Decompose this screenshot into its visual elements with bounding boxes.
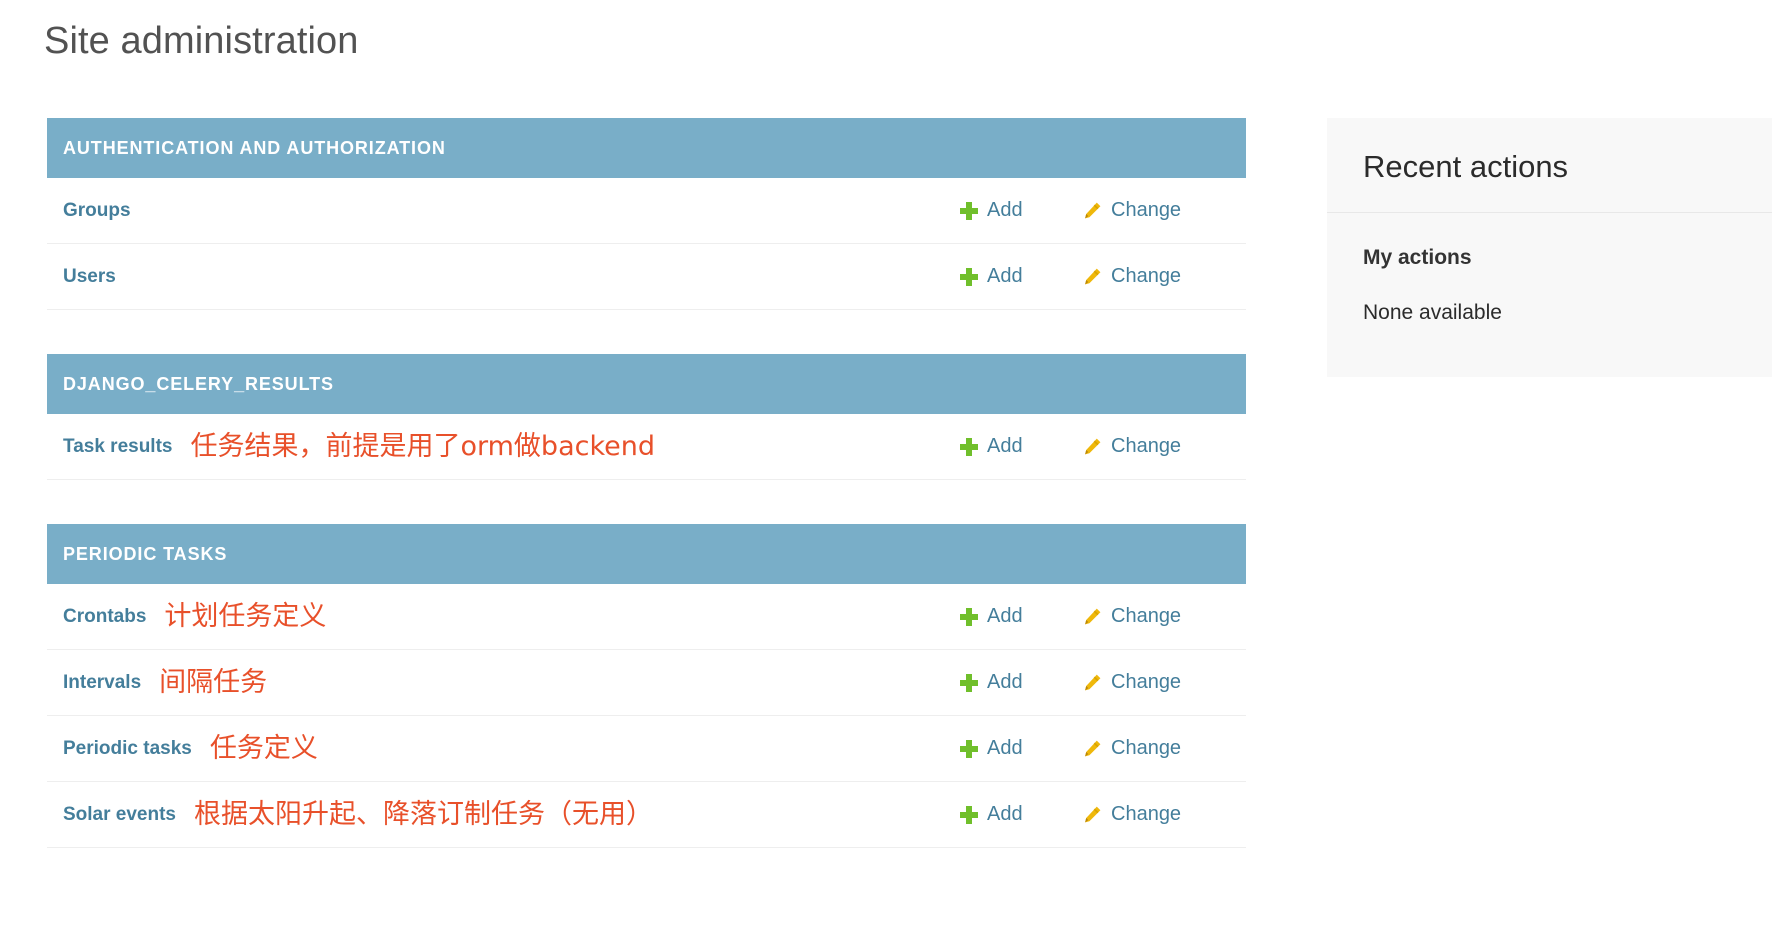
change-link[interactable]: Change: [1082, 435, 1232, 458]
recent-actions-sidebar: Recent actions My actions None available: [1327, 118, 1772, 378]
add-label: Add: [987, 803, 1023, 825]
app-module-list: AUTHENTICATION AND AUTHORIZATION Groups Ad…: [47, 118, 1247, 892]
change-link[interactable]: Change: [1082, 803, 1232, 826]
sidebar-body: My actions None available: [1327, 213, 1772, 367]
model-annotation: 任务结果，前提是用了orm做backend: [190, 431, 655, 462]
app-module: DJANGO_CELERY_RESULTS Task results 任务结果，前提…: [47, 354, 1246, 480]
change-link[interactable]: Change: [1082, 199, 1232, 222]
add-link[interactable]: Add: [960, 671, 1082, 694]
model-link[interactable]: Solar events: [63, 804, 176, 826]
app-module-caption[interactable]: DJANGO_CELERY_RESULTS: [47, 354, 1246, 414]
pencil-icon: [1085, 806, 1101, 822]
model-row: Groups Add Change: [47, 178, 1246, 244]
plus-icon: [960, 607, 978, 626]
model-link[interactable]: Intervals: [63, 672, 141, 694]
plus-icon: [960, 805, 978, 824]
add-link[interactable]: Add: [960, 435, 1082, 458]
pencil-icon: [1085, 740, 1101, 756]
app-module-caption[interactable]: PERIODIC TASKS: [47, 524, 1246, 584]
change-label: Change: [1111, 803, 1182, 825]
change-link[interactable]: Change: [1082, 265, 1232, 288]
add-link[interactable]: Add: [960, 265, 1082, 288]
page-title: Site administration: [44, 20, 359, 62]
plus-icon: [960, 437, 978, 456]
change-label: Change: [1111, 435, 1182, 457]
pencil-icon: [1085, 268, 1101, 284]
add-label: Add: [987, 265, 1023, 287]
pencil-icon: [1085, 438, 1101, 454]
plus-icon: [960, 267, 978, 286]
sidebar-subtitle: My actions: [1363, 246, 1472, 270]
add-link[interactable]: Add: [960, 199, 1082, 222]
add-label: Add: [987, 605, 1023, 627]
model-link[interactable]: Periodic tasks: [63, 738, 192, 760]
change-link[interactable]: Change: [1082, 737, 1232, 760]
pencil-icon: [1085, 608, 1101, 624]
add-link[interactable]: Add: [960, 803, 1082, 826]
change-link[interactable]: Change: [1082, 671, 1232, 694]
add-label: Add: [987, 671, 1023, 693]
model-row: Users Add Change: [47, 244, 1246, 310]
add-label: Add: [987, 737, 1023, 759]
change-label: Change: [1111, 671, 1182, 693]
add-link[interactable]: Add: [960, 737, 1082, 760]
app-module: AUTHENTICATION AND AUTHORIZATION Groups Ad…: [47, 118, 1246, 310]
change-label: Change: [1111, 265, 1182, 287]
plus-icon: [960, 739, 978, 758]
model-annotation: 间隔任务: [159, 667, 268, 698]
model-row: Intervals 间隔任务 Add Change: [47, 650, 1246, 716]
model-row: Crontabs 计划任务定义 Add Change: [47, 584, 1246, 650]
plus-icon: [960, 673, 978, 692]
model-link[interactable]: Users: [63, 266, 116, 288]
model-annotation: 任务定义: [209, 733, 318, 764]
change-label: Change: [1111, 199, 1182, 221]
pencil-icon: [1085, 202, 1101, 218]
model-row: Periodic tasks 任务定义 Add Change: [47, 716, 1246, 782]
model-annotation: 根据太阳升起、降落订制任务（无用）: [194, 799, 653, 830]
model-link[interactable]: Groups: [63, 200, 131, 222]
model-annotation: 计划任务定义: [164, 601, 327, 632]
model-row: Solar events 根据太阳升起、降落订制任务（无用） Add Change: [47, 782, 1246, 848]
add-label: Add: [987, 199, 1023, 221]
model-link[interactable]: Task results: [63, 436, 172, 458]
admin-index-page: Site administration AUTHENTICATION AND A…: [0, 0, 1772, 942]
app-module: PERIODIC TASKS Crontabs 计划任务定义 Add Change Int…: [47, 524, 1246, 848]
add-label: Add: [987, 435, 1023, 457]
app-module-caption[interactable]: AUTHENTICATION AND AUTHORIZATION: [47, 118, 1246, 178]
sidebar-title: Recent actions: [1327, 118, 1772, 214]
model-row: Task results 任务结果，前提是用了orm做backend Add Chan…: [47, 414, 1246, 480]
pencil-icon: [1085, 674, 1101, 690]
change-label: Change: [1111, 605, 1182, 627]
add-link[interactable]: Add: [960, 605, 1082, 628]
sidebar-empty-message: None available: [1363, 301, 1502, 325]
plus-icon: [960, 201, 978, 220]
model-link[interactable]: Crontabs: [63, 606, 146, 628]
change-label: Change: [1111, 737, 1182, 759]
change-link[interactable]: Change: [1082, 605, 1232, 628]
